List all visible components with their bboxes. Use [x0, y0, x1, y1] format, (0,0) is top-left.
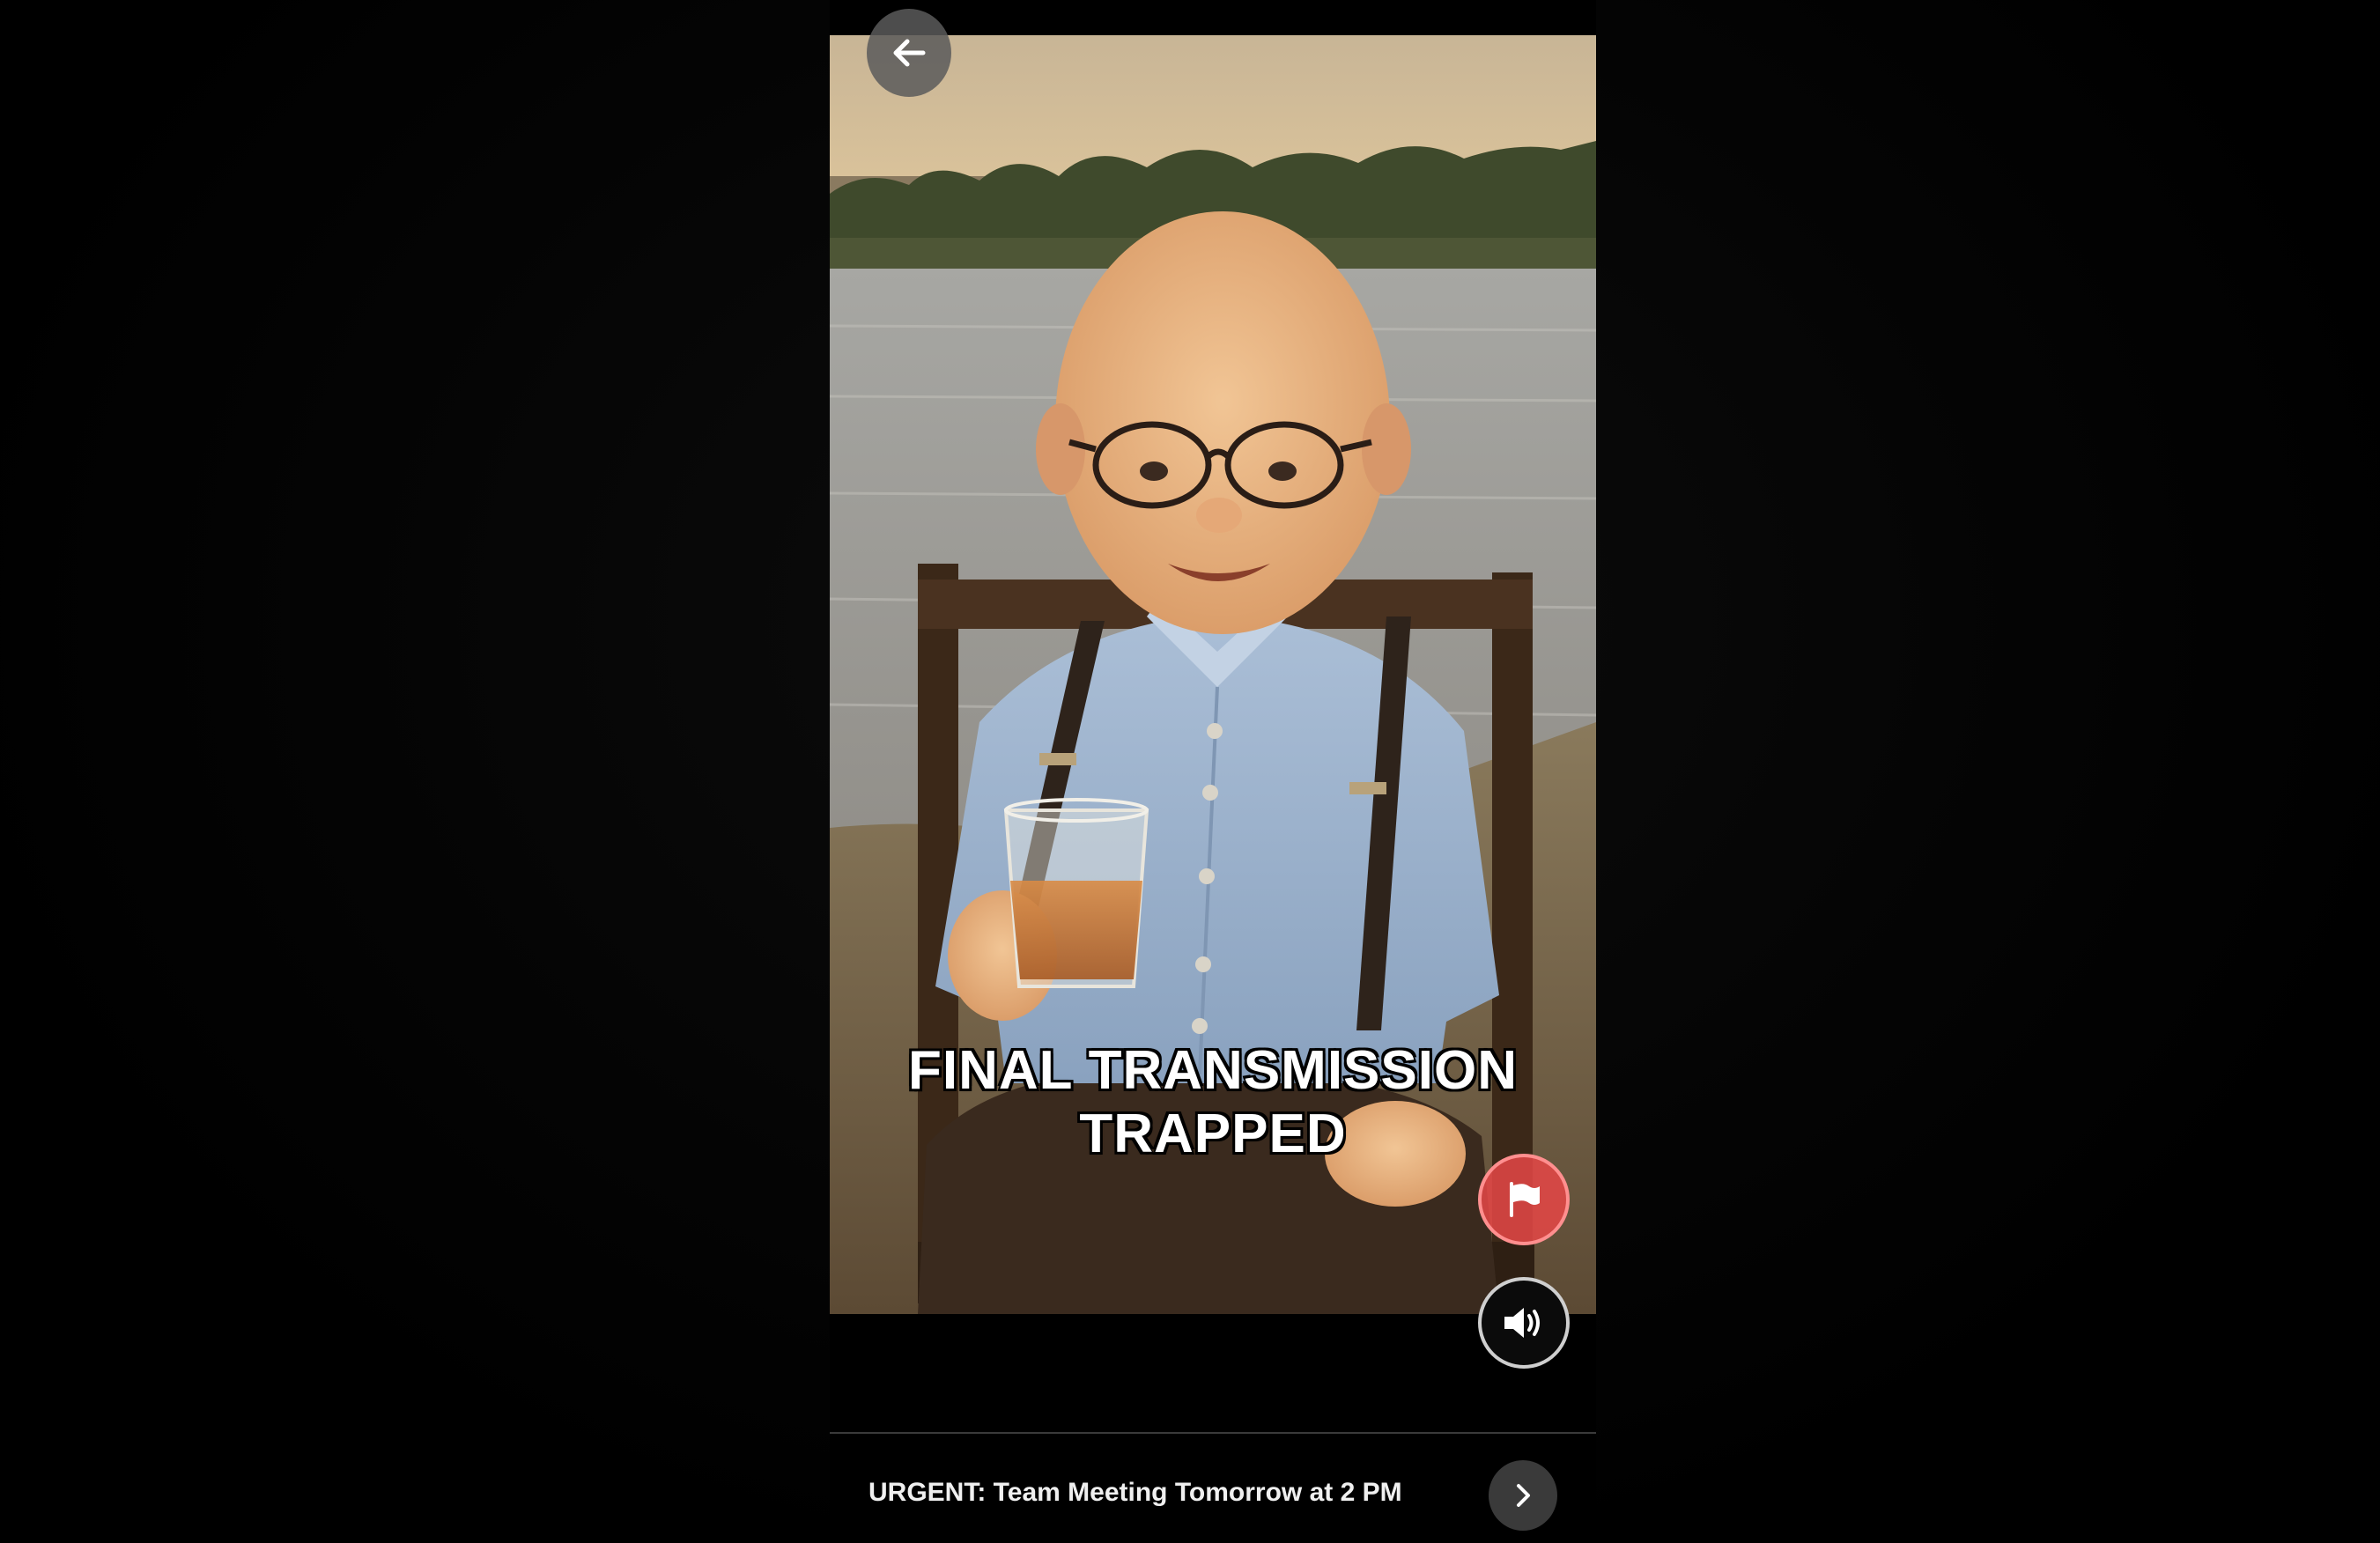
- next-video-title[interactable]: URGENT: Team Meeting Tomorrow at 2 PM: [868, 1478, 1402, 1508]
- bottom-bar: URGENT: Team Meeting Tomorrow at 2 PM: [830, 1434, 1596, 1543]
- speaker-on-icon: [1504, 1308, 1540, 1338]
- report-flag-button[interactable]: [1478, 1154, 1570, 1245]
- video-player: FINAL TRANSMISSION TRAPPED URGENT: Team …: [830, 0, 1596, 1543]
- flag-icon: [1510, 1182, 1540, 1217]
- caption-line-2: TRAPPED: [1079, 1104, 1347, 1164]
- back-button[interactable]: [867, 9, 951, 97]
- chevron-right-icon: [1517, 1484, 1530, 1507]
- video-frame[interactable]: FINAL TRANSMISSION TRAPPED: [830, 35, 1596, 1314]
- caption-line-1: FINAL TRANSMISSION: [908, 1040, 1518, 1101]
- sound-toggle-button[interactable]: [1478, 1277, 1570, 1369]
- next-button[interactable]: [1489, 1460, 1557, 1531]
- arrow-left-icon: [893, 39, 926, 67]
